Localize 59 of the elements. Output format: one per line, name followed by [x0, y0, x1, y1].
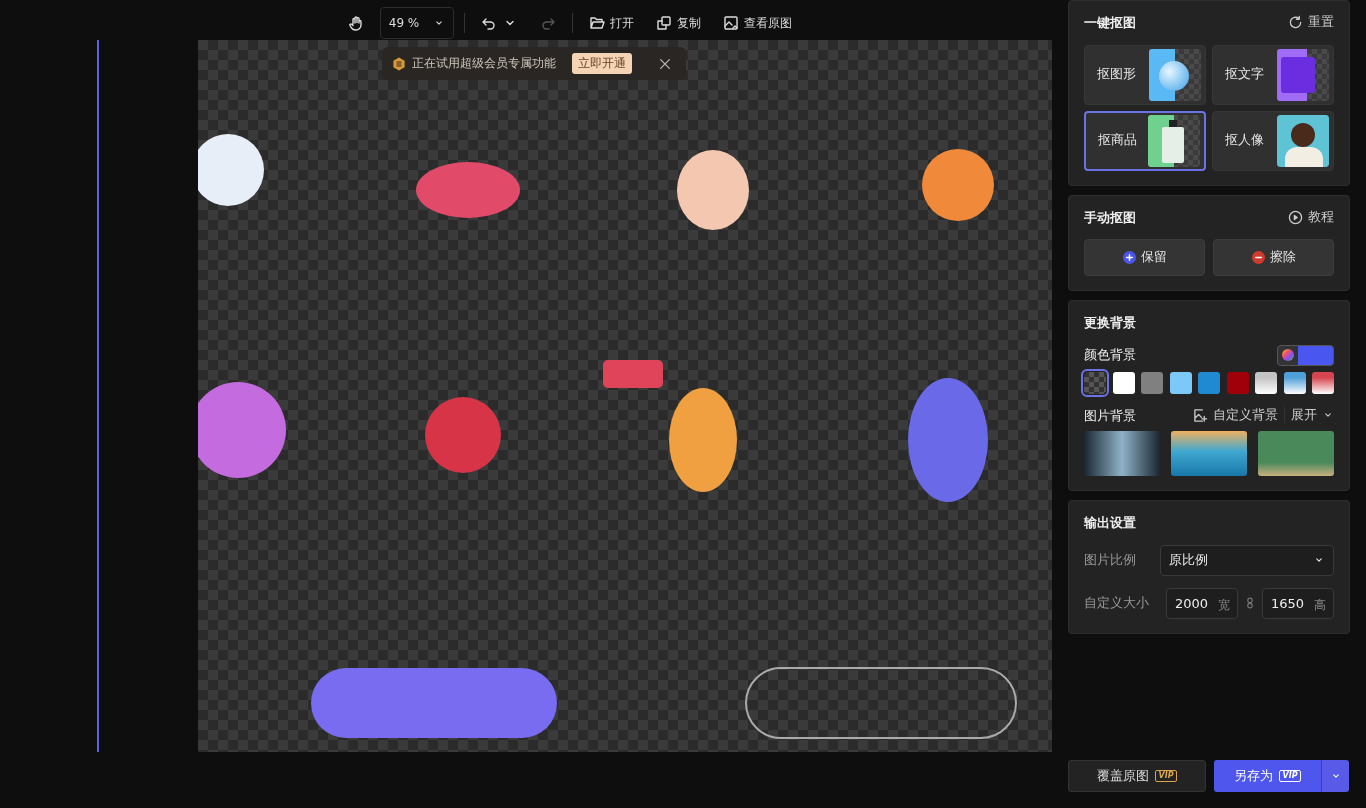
- panel-title: 一键抠图: [1084, 14, 1136, 32]
- activate-button[interactable]: 立即开通: [572, 52, 632, 75]
- background-photo-placeholder[interactable]: [1084, 431, 1160, 476]
- overwrite-button[interactable]: 覆盖原图 VIP: [1068, 760, 1206, 792]
- add-image-icon: [1193, 407, 1208, 423]
- color-swatch[interactable]: [1226, 371, 1249, 394]
- panel-title: 更换背景: [1084, 314, 1136, 332]
- image-background-label: 图片背景: [1084, 406, 1136, 425]
- color-swatch[interactable]: [1312, 371, 1334, 394]
- cutout-option[interactable]: 抠文字: [1212, 44, 1334, 105]
- play-icon: [1288, 209, 1303, 225]
- unit-label: 高: [1314, 596, 1326, 614]
- reset-button[interactable]: 重置: [1288, 13, 1334, 33]
- color-swatch[interactable]: [1141, 371, 1163, 394]
- size-label: 自定义大小: [1084, 593, 1149, 612]
- close-icon: [658, 56, 672, 71]
- color-swatch[interactable]: [1084, 371, 1106, 394]
- sample-thumbnail: [1277, 48, 1329, 101]
- sample-thumbnail: [1148, 114, 1200, 167]
- panel-title: 手动抠图: [1084, 208, 1136, 227]
- unit-label: 宽: [1218, 596, 1230, 614]
- color-wheel-icon: [1282, 349, 1294, 361]
- ratio-label: 图片比例: [1084, 550, 1136, 569]
- panel-title: 输出设置: [1084, 514, 1136, 532]
- minus-icon: [1251, 251, 1265, 264]
- trial-notice: 正在试用超级会员专属功能: [412, 54, 556, 72]
- color-swatch[interactable]: [1198, 371, 1220, 394]
- open-button[interactable]: 打开: [583, 10, 641, 36]
- hand-icon: [347, 15, 364, 31]
- image-icon: [723, 15, 740, 31]
- vip-badge: VIP: [1279, 770, 1301, 782]
- color-swatch[interactable]: [1112, 371, 1135, 394]
- cutout-option[interactable]: 抠图形: [1084, 44, 1206, 105]
- ratio-select[interactable]: 原比例: [1160, 544, 1334, 576]
- cutout-option[interactable]: 抠商品: [1084, 110, 1206, 171]
- color-background-label: 颜色背景: [1084, 346, 1136, 365]
- custom-background-button[interactable]: 自定义背景: [1193, 405, 1278, 425]
- tutorial-button[interactable]: 教程: [1288, 207, 1334, 227]
- copy-button[interactable]: 复制: [650, 10, 708, 36]
- badge-icon: [392, 56, 406, 71]
- color-picker[interactable]: [1277, 344, 1334, 366]
- vip-badge: VIP: [1155, 770, 1177, 782]
- link-icon: [1244, 595, 1256, 611]
- plus-icon: [1122, 251, 1136, 264]
- zoom-select[interactable]: 49 %: [379, 7, 455, 39]
- sample-thumbnail: [1277, 114, 1329, 167]
- cutout-option[interactable]: 抠人像: [1212, 110, 1334, 171]
- refresh-icon: [1288, 15, 1303, 31]
- expand-button[interactable]: 展开: [1291, 405, 1334, 425]
- folder-icon: [589, 15, 606, 31]
- view-original-button[interactable]: 查看原图: [717, 10, 799, 36]
- color-swatch[interactable]: [1255, 371, 1277, 394]
- copy-icon: [656, 15, 673, 31]
- save-as-button[interactable]: 另存为 VIP: [1214, 760, 1321, 792]
- color-swatch[interactable]: [1169, 371, 1192, 394]
- sample-thumbnail: [1149, 48, 1201, 101]
- erase-button[interactable]: 擦除: [1213, 239, 1334, 276]
- color-swatch[interactable]: [1283, 371, 1306, 394]
- keep-button[interactable]: 保留: [1084, 239, 1205, 276]
